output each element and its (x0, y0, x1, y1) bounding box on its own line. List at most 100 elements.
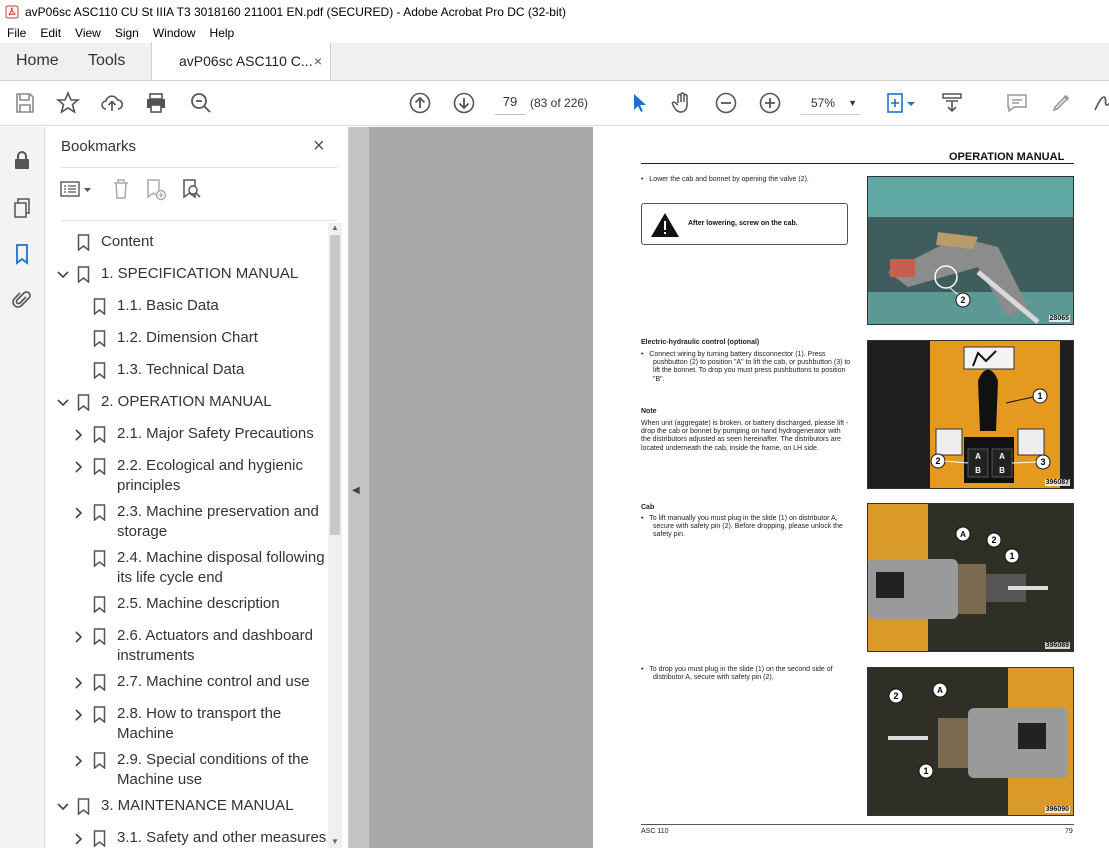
tab-close-button[interactable]: × (314, 53, 322, 69)
chevron-right-icon[interactable] (73, 709, 85, 721)
bookmark-item[interactable]: 3.1. Safety and other measures for machi… (45, 827, 331, 848)
scrollbar-thumb[interactable] (330, 235, 340, 535)
chevron-right-icon[interactable] (73, 677, 85, 689)
new-bookmark-icon[interactable] (145, 177, 167, 201)
control-panel-graphic: A B A B 1 2 3 (868, 341, 1073, 488)
bookmark-flag-icon (93, 628, 106, 645)
bookmark-item[interactable]: 1.2. Dimension Chart (45, 327, 331, 359)
chevron-down-icon[interactable] (57, 397, 69, 409)
select-cursor-icon[interactable] (627, 91, 651, 115)
footer-model: ASC 110 (641, 828, 669, 835)
bookmark-item[interactable]: 1.3. Technical Data (45, 359, 331, 391)
comment-icon[interactable] (1005, 91, 1029, 115)
bookmark-flag-icon (93, 504, 106, 521)
svg-text:3: 3 (1040, 457, 1045, 467)
page-number-input[interactable]: 79 (495, 91, 525, 115)
lock-icon[interactable] (11, 149, 33, 171)
bookmarks-scrollbar[interactable]: ▲ ▼ (328, 223, 342, 848)
bookmark-flag-icon (93, 550, 106, 567)
chevron-down-icon[interactable] (57, 269, 69, 281)
bullet-lower-cab: • Lower the cab and bonnet by opening th… (641, 176, 809, 183)
bookmark-flag-icon (77, 266, 90, 283)
tab-tools[interactable]: Tools (73, 42, 151, 80)
bookmark-item[interactable]: 2.8. How to transport the Machine (45, 703, 331, 749)
bookmark-item[interactable]: 2.5. Machine description (45, 593, 331, 625)
next-page-icon[interactable] (452, 91, 476, 115)
bookmarks-panel-icon[interactable] (11, 243, 33, 265)
svg-text:2: 2 (935, 456, 940, 466)
bookmark-item[interactable]: 2.1. Major Safety Precautions (45, 423, 331, 455)
svg-text:1: 1 (923, 766, 928, 776)
bullet-electric: • Connect wiring by turning battery disc… (641, 351, 851, 383)
bookmark-item[interactable]: 2.2. Ecological and hygienic principles (45, 455, 331, 501)
menu-help[interactable]: Help (203, 26, 242, 40)
scroll-down-icon[interactable]: ▼ (331, 837, 339, 846)
bookmark-item[interactable]: 2. OPERATION MANUAL (45, 391, 331, 423)
fit-dropdown-caret-icon[interactable] (906, 91, 916, 115)
bookmark-flag-icon (77, 394, 90, 411)
page-header: OPERATION MANUAL (949, 151, 1065, 163)
photo-number: 396089 (1044, 642, 1070, 649)
sign-icon[interactable] (1090, 91, 1109, 115)
zoom-select[interactable]: 57% ▼ (801, 91, 861, 115)
pages-icon[interactable] (11, 197, 33, 219)
menu-file[interactable]: File (0, 26, 33, 40)
tab-document[interactable]: avP06sc ASC110 C... × (151, 42, 331, 80)
tab-bar: Home Tools avP06sc ASC110 C... × (0, 42, 1109, 81)
bookmark-label: Content (101, 233, 154, 250)
close-icon[interactable]: × (313, 135, 325, 158)
bookmark-item[interactable]: 2.3. Machine preservation and storage (45, 501, 331, 547)
bullet-text: To drop you must plug in the slide (1) o… (649, 666, 833, 682)
svg-text:A: A (960, 530, 966, 539)
fit-page-icon[interactable] (884, 91, 908, 115)
bookmark-star-icon[interactable] (56, 91, 80, 115)
options-menu-icon[interactable] (59, 179, 93, 199)
zoom-in-icon[interactable] (758, 91, 782, 115)
photo-valve: 2 28065 (867, 176, 1074, 325)
hand-tool-icon[interactable] (670, 91, 694, 115)
attachment-icon[interactable] (11, 289, 33, 311)
svg-text:2: 2 (893, 691, 898, 701)
bookmark-item[interactable]: Content (45, 231, 331, 263)
bookmark-label: 2. OPERATION MANUAL (101, 393, 272, 410)
bookmark-label: 1. SPECIFICATION MANUAL (101, 265, 299, 282)
bookmark-item[interactable]: 1.1. Basic Data (45, 295, 331, 327)
delete-icon[interactable] (111, 177, 131, 201)
save-icon[interactable] (13, 91, 37, 115)
highlight-pen-icon[interactable] (1049, 91, 1073, 115)
upload-icon[interactable] (100, 91, 124, 115)
scroll-up-icon[interactable]: ▲ (331, 223, 339, 232)
zoom-out-icon[interactable] (714, 91, 738, 115)
bullet-text: Lower the cab and bonnet by opening the … (649, 176, 809, 183)
chevron-right-icon[interactable] (73, 461, 85, 473)
chevron-right-icon[interactable] (73, 755, 85, 767)
menu-sign[interactable]: Sign (108, 26, 146, 40)
previous-page-icon[interactable] (408, 91, 432, 115)
tab-home[interactable]: Home (0, 42, 73, 80)
valve-photo-graphic: 2 (868, 177, 1073, 324)
bookmark-item[interactable]: 2.6. Actuators and dashboard instruments (45, 625, 331, 671)
menu-window[interactable]: Window (146, 26, 203, 40)
bookmark-item[interactable]: 2.4. Machine disposal following its life… (45, 547, 331, 593)
zoom-search-icon[interactable] (189, 91, 213, 115)
menu-bar: File Edit View Sign Window Help (0, 23, 1109, 43)
bookmark-label: 1.2. Dimension Chart (117, 329, 258, 346)
bookmark-item[interactable]: 2.9. Special conditions of the Machine u… (45, 749, 331, 795)
chevron-right-icon[interactable] (73, 507, 85, 519)
chevron-right-icon[interactable] (73, 429, 85, 441)
menu-edit[interactable]: Edit (33, 26, 68, 40)
svg-text:2: 2 (991, 535, 996, 545)
print-icon[interactable] (144, 91, 168, 115)
bookmark-item[interactable]: 1. SPECIFICATION MANUAL (45, 263, 331, 295)
svg-text:1: 1 (1009, 551, 1014, 561)
menu-view[interactable]: View (68, 26, 108, 40)
chevron-right-icon[interactable] (73, 631, 85, 643)
scroll-mode-icon[interactable] (940, 91, 964, 115)
find-bookmark-icon[interactable] (181, 177, 203, 201)
chevron-down-icon[interactable] (57, 801, 69, 813)
bookmark-flag-icon (93, 596, 106, 613)
bookmark-item[interactable]: 3. MAINTENANCE MANUAL (45, 795, 331, 827)
chevron-right-icon[interactable] (73, 833, 85, 845)
collapse-panel-icon[interactable]: ◀ (352, 485, 360, 496)
bookmark-item[interactable]: 2.7. Machine control and use (45, 671, 331, 703)
